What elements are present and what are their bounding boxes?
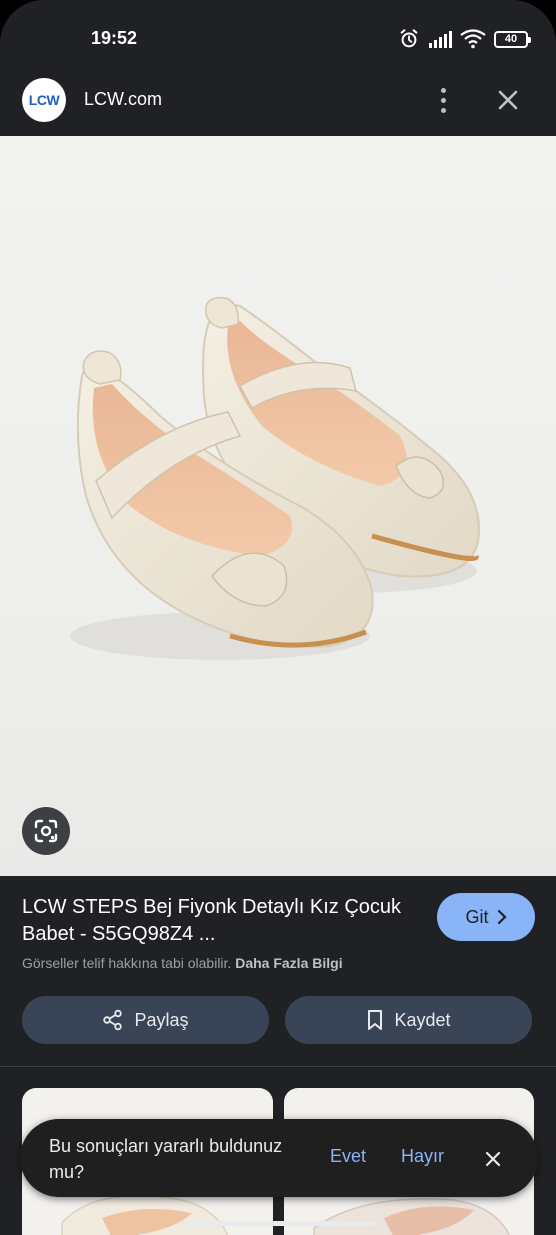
visit-button[interactable]: Git — [437, 893, 535, 941]
product-title[interactable]: LCW STEPS Bej Fiyonk Detaylı Kız Çocuk B… — [22, 894, 402, 948]
battery-level: 40 — [504, 33, 518, 45]
share-button[interactable]: Paylaş — [22, 996, 269, 1044]
close-icon[interactable] — [482, 1148, 504, 1170]
more-vert-icon[interactable] — [428, 82, 458, 118]
phone-screen: 19:52 40 LCW LCW.com LCW STEPS Bej Fiyon… — [0, 0, 556, 1235]
feedback-toast: Bu sonuçları yararlı buldunuz mu? Evet H… — [20, 1119, 538, 1197]
copyright-text: Görseller telif hakkına tabi olabilir. — [22, 955, 232, 971]
google-lens-icon — [34, 819, 58, 843]
section-divider — [0, 1066, 556, 1067]
wifi-icon — [460, 29, 486, 49]
product-image[interactable] — [0, 136, 556, 876]
save-button[interactable]: Kaydet — [285, 996, 532, 1044]
feedback-no-button[interactable]: Hayır — [401, 1146, 444, 1167]
more-info-link[interactable]: Daha Fazla Bilgi — [235, 955, 342, 971]
share-label: Paylaş — [134, 1009, 189, 1030]
site-name[interactable]: LCW.com — [84, 89, 162, 110]
battery-icon: 40 — [494, 30, 531, 48]
share-icon — [103, 1009, 123, 1031]
google-lens-button[interactable] — [22, 807, 70, 855]
result-info: LCW STEPS Bej Fiyonk Detaylı Kız Çocuk B… — [0, 876, 556, 1066]
chevron-right-icon — [497, 910, 507, 924]
close-icon[interactable] — [492, 84, 524, 116]
viewer-header: LCW LCW.com — [0, 66, 556, 136]
signal-icon — [429, 31, 452, 48]
status-time: 19:52 — [91, 28, 138, 48]
shoes-illustration — [70, 296, 480, 660]
feedback-yes-button[interactable]: Evet — [330, 1146, 366, 1167]
save-label: Kaydet — [394, 1009, 451, 1030]
logo-text: LCW — [28, 92, 60, 108]
home-indicator[interactable] — [180, 1221, 376, 1226]
visit-label: Git — [465, 906, 489, 927]
bookmark-icon — [368, 1010, 383, 1030]
feedback-question: Bu sonuçları yararlı buldunuz mu? — [49, 1136, 283, 1182]
copyright-notice: Görseller telif hakkına tabi olabilir. D… — [22, 955, 343, 971]
status-bar: 19:52 40 — [0, 0, 556, 66]
alarm-icon — [400, 29, 418, 48]
status-icons: 40 — [398, 28, 531, 50]
site-logo[interactable]: LCW — [22, 78, 66, 122]
